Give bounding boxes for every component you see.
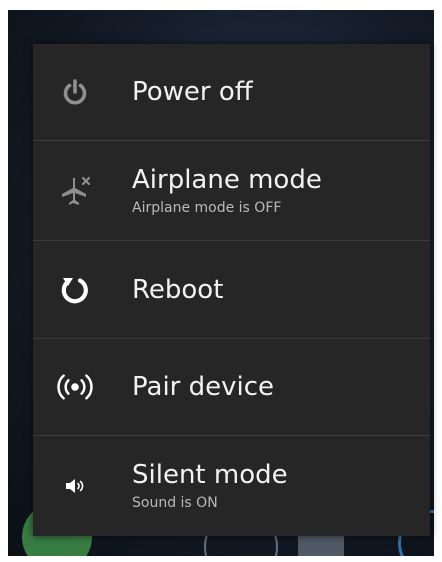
airplane-mode-item[interactable]: Airplane mode Airplane mode is OFF: [33, 141, 430, 241]
pair-device-item[interactable]: Pair device: [33, 339, 430, 436]
silent-mode-status: Sound is ON: [132, 495, 218, 511]
power-off-label: Power off: [132, 77, 253, 107]
reboot-item[interactable]: Reboot: [33, 241, 430, 339]
power-off-item[interactable]: Power off: [33, 44, 430, 141]
reboot-label: Reboot: [132, 274, 224, 305]
silent-mode-label: Silent mode: [132, 460, 288, 490]
power-icon: [57, 74, 93, 110]
airplane-mode-label: Airplane mode: [132, 164, 322, 195]
speaker-icon: [57, 468, 93, 504]
power-options-dialog: Power off Airplane mode Airplane mode is…: [33, 44, 430, 536]
reboot-icon: [57, 272, 93, 308]
pair-device-label: Pair device: [132, 372, 275, 402]
broadcast-icon: [57, 369, 93, 405]
silent-mode-item[interactable]: Silent mode Sound is ON: [33, 436, 430, 536]
airplane-icon: [57, 173, 93, 209]
airplane-mode-status: Airplane mode is OFF: [132, 199, 282, 216]
